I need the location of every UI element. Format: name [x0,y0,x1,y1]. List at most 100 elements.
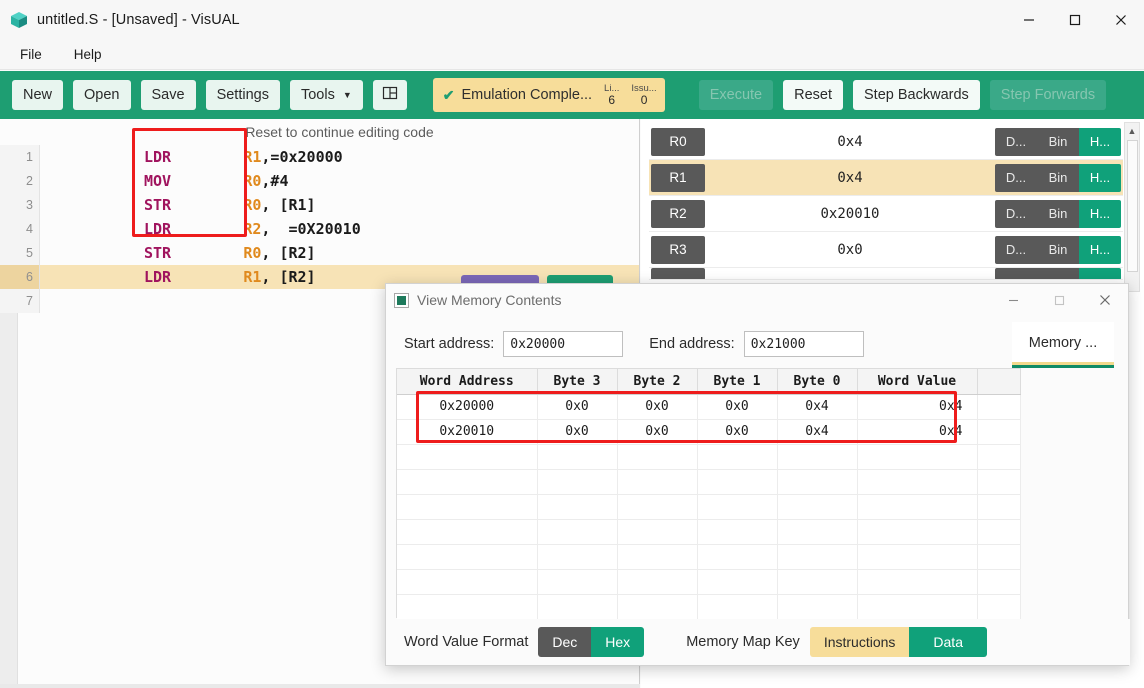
status-stat-lines: Li... 6 [604,83,619,107]
table-row[interactable]: 0x20000 0x0 0x0 0x0 0x4 0x4 [397,394,1021,420]
register-format-dec[interactable] [995,268,1037,279]
step-forwards-button[interactable]: Step Forwards [989,80,1107,110]
register-format-bin[interactable]: Bin [1037,235,1079,264]
table-row[interactable]: 0x20010 0x0 0x0 0x0 0x4 0x4 [397,419,1021,445]
code-row[interactable]: 5 STR R0, [R2] [0,241,639,265]
end-address-input[interactable] [743,331,864,357]
code-text: LDR R1, [R2] [40,268,316,286]
app-icon [10,11,28,29]
word-format-hex-button[interactable]: Hex [591,627,645,657]
memory-map-key-legend: Instructions Data [809,627,987,657]
settings-button[interactable]: Settings [205,80,280,110]
register-format-bin[interactable]: Bin [1037,199,1079,228]
code-row[interactable]: 1 LDR R1,=0x20000 [0,145,639,169]
column-header-word-address[interactable]: Word Address [397,369,538,395]
column-header-byte-3[interactable]: Byte 3 [537,369,618,395]
register-format-hex[interactable] [1079,268,1121,279]
menu-item-help[interactable]: Help [62,43,114,66]
column-header-word-value[interactable]: Word Value [857,369,978,395]
register-format-dec[interactable]: D... [995,235,1037,264]
register-format-bin[interactable] [1037,268,1079,279]
code-row[interactable]: 4 LDR R2, =0X20010 [0,217,639,241]
register-row[interactable]: R2 0x20010 D... Bin H... [649,196,1123,232]
operand-rest: , =0X20010 [261,220,361,238]
register-row[interactable]: R3 0x0 D... Bin H... [649,232,1123,268]
operand-register: R0 [243,244,262,262]
dialog-maximize-icon[interactable] [1036,284,1082,316]
chevron-up-icon[interactable]: ▲ [1125,123,1139,138]
step-backwards-button[interactable]: Step Backwards [853,80,980,110]
close-icon[interactable] [1098,0,1144,40]
execute-button[interactable]: Execute [698,80,774,110]
register-row-highlighted[interactable]: R1 0x4 D... Bin H... [649,160,1123,196]
save-button[interactable]: Save [140,80,196,110]
operand-rest: , [R2] [261,244,316,262]
cell-spacer [977,419,1021,445]
cell-byte-1: 0x0 [697,394,778,420]
cell-word-value: 0x4 [857,419,978,445]
editor-bottom-strip [0,684,640,688]
register-format-hex[interactable]: H... [1079,163,1121,192]
register-format-dec[interactable]: D... [995,199,1037,228]
toolbar: New Open Save Settings Tools ▼ ✔ Emulati… [0,71,1144,119]
register-format-hex[interactable]: H... [1079,199,1121,228]
column-header-byte-2[interactable]: Byte 2 [617,369,698,395]
minimize-icon[interactable] [1006,0,1052,40]
code-row[interactable]: 3 STR R0, [R1] [0,193,639,217]
dialog-close-icon[interactable] [1082,284,1128,316]
code-text: STR R0, [R1] [40,196,316,214]
line-number: 6 [0,265,40,289]
start-address-input[interactable] [503,331,624,357]
memory-map-key-label: Memory Map Key [686,634,800,650]
save-button-label: Save [151,87,185,103]
maximize-icon[interactable] [1052,0,1098,40]
line-number: 2 [0,169,40,193]
dialog-minimize-icon[interactable] [990,284,1036,316]
column-header-byte-0[interactable]: Byte 0 [777,369,858,395]
operand-rest: , [R1] [261,196,316,214]
register-row-partial[interactable] [649,268,1123,280]
register-format-hex[interactable]: H... [1079,235,1121,264]
register-value: 0x20010 [820,205,880,222]
register-row[interactable]: R0 0x4 D... Bin H... [649,124,1123,160]
word-format-dec-button[interactable]: Dec [538,627,592,657]
menu-item-file[interactable]: File [8,43,54,66]
menu-bar: File Help [0,40,1144,70]
cell-spacer [977,394,1021,420]
register-format-bin[interactable]: Bin [1037,127,1079,156]
register-scrollbar[interactable]: ▲ [1124,122,1140,292]
tab-memory[interactable]: Memory ... [1012,322,1114,364]
register-format-hex[interactable]: H... [1079,127,1121,156]
tab-underline-green [1012,365,1114,368]
scrollbar-thumb[interactable] [1127,140,1138,272]
map-key-instructions[interactable]: Instructions [809,627,910,657]
table-row-empty [397,544,1021,570]
register-format-dec[interactable]: D... [995,127,1037,156]
register-format-group: D... Bin H... [995,235,1121,264]
register-format-dec[interactable]: D... [995,163,1037,192]
register-value: 0x0 [837,241,863,258]
mnemonic: LDR [144,268,172,286]
map-key-data[interactable]: Data [909,627,987,657]
split-panel-button[interactable] [372,80,407,110]
table-row-empty [397,569,1021,595]
split-panel-icon [382,85,398,105]
operand-rest: ,#4 [261,172,289,190]
editor-banner: Reset to continue editing code [245,124,434,140]
register-format-bin[interactable]: Bin [1037,163,1079,192]
new-button[interactable]: New [12,80,64,110]
column-header-byte-1[interactable]: Byte 1 [697,369,778,395]
open-button[interactable]: Open [73,80,131,110]
dialog-window-controls [990,284,1128,316]
run-controls: Execute Reset Step Backwards Step Forwar… [689,80,1107,110]
register-format-group: D... Bin H... [995,199,1121,228]
code-row[interactable]: 2 MOV R0,#4 [0,169,639,193]
reset-button[interactable]: Reset [783,80,843,110]
tools-button[interactable]: Tools ▼ [289,80,363,110]
reset-button-label: Reset [794,87,832,103]
register-name: R3 [651,235,705,264]
status-badge[interactable]: ✔ Emulation Comple... Li... 6 Issu... 0 [432,78,665,112]
operand-rest: ,=0x20000 [261,148,343,166]
cell-byte-3: 0x0 [537,419,618,445]
cell-word-address: 0x20000 [397,394,538,420]
